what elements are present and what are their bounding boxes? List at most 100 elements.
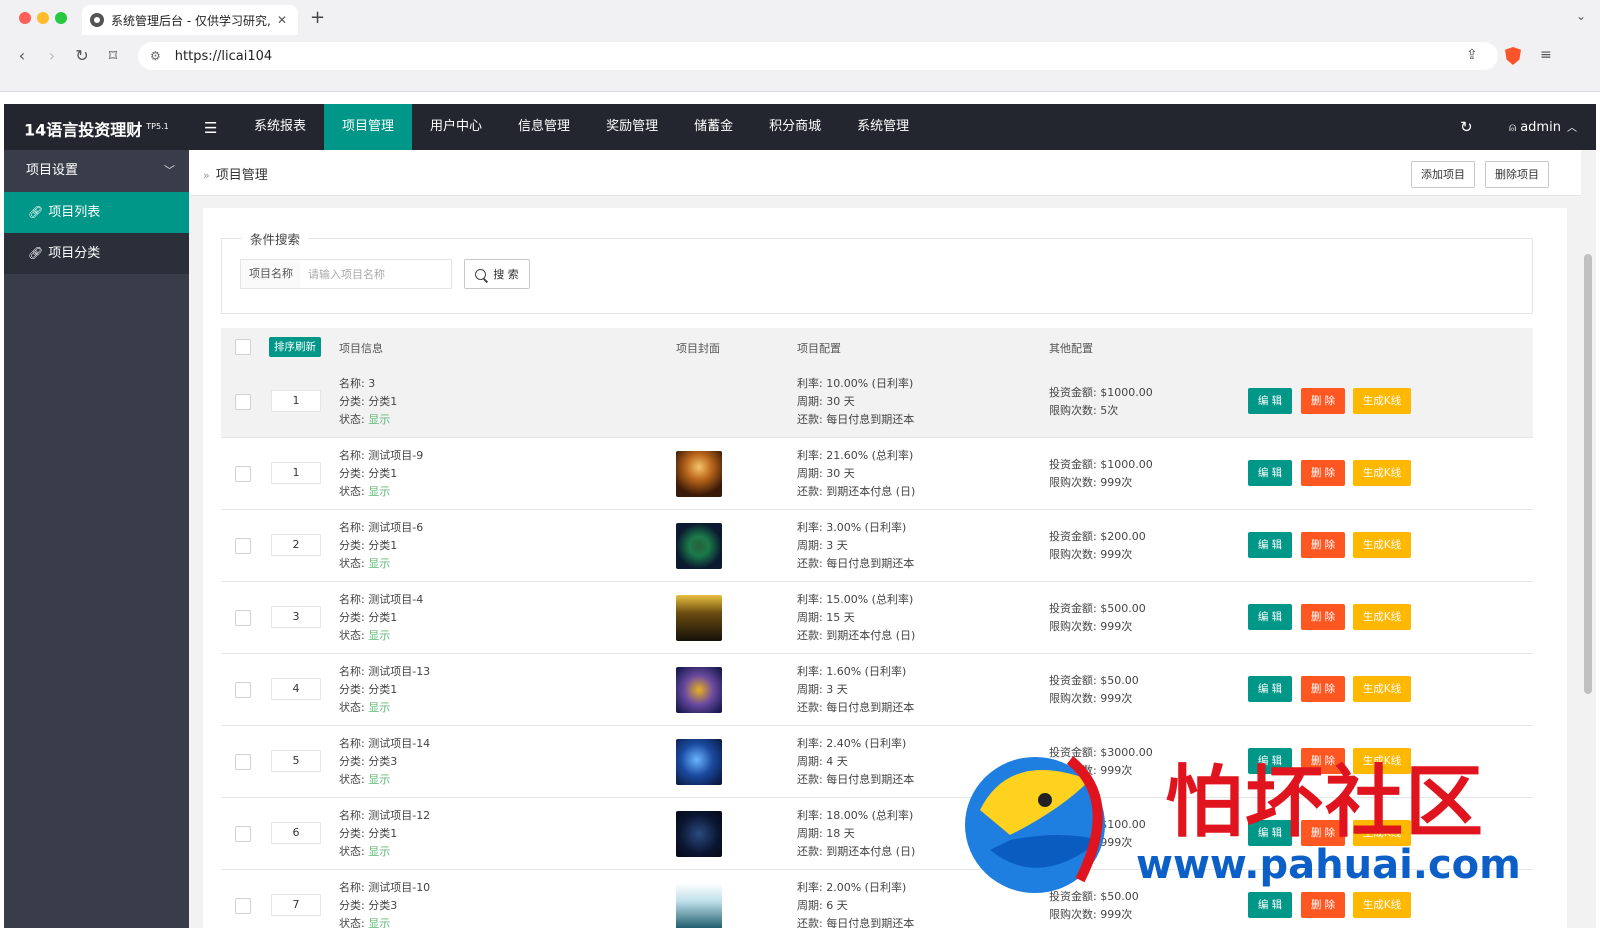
sort-order-input[interactable]: 2 <box>271 534 321 556</box>
sidebar-item-project-category[interactable]: 🔗︎ 项目分类 <box>4 233 189 274</box>
status-badge: 显示 <box>368 485 391 498</box>
tab-list-chevron-icon[interactable]: ⌄ <box>1576 9 1586 23</box>
row-checkbox[interactable] <box>235 682 251 698</box>
rate-value: 21.60% (总利率) <box>826 449 914 462</box>
nav-item[interactable]: 储蓄金 <box>676 104 751 150</box>
sort-order-input[interactable]: 3 <box>271 606 321 628</box>
delete-button[interactable]: 删 除 <box>1301 388 1345 414</box>
edit-button[interactable]: 编 辑 <box>1248 532 1292 558</box>
add-project-button[interactable]: 添加项目 <box>1411 161 1475 188</box>
sort-order-input[interactable]: 7 <box>271 894 321 916</box>
project-info: 名称: 测试项目-10 分类: 分类3 状态: 显示 <box>339 879 430 928</box>
name-label: 名称: <box>339 593 365 606</box>
delete-button[interactable]: 删 除 <box>1301 604 1345 630</box>
site-settings-icon[interactable]: ⚙ <box>150 49 161 63</box>
nav-item[interactable]: 用户中心 <box>412 104 500 150</box>
row-checkbox[interactable] <box>235 898 251 914</box>
edit-button[interactable]: 编 辑 <box>1248 388 1292 414</box>
category-label: 分类: <box>339 827 365 840</box>
select-all-checkbox[interactable] <box>235 339 251 355</box>
status-label: 状态: <box>339 773 365 786</box>
row-checkbox[interactable] <box>235 466 251 482</box>
status-badge: 显示 <box>368 773 391 786</box>
double-chevron-icon: » <box>203 169 210 182</box>
delete-project-button[interactable]: 删除项目 <box>1485 161 1549 188</box>
table-row: 1 名称: 测试项目-9 分类: 分类1 状态: 显示 利率: 21.60% (总利率)… <box>221 438 1533 510</box>
sort-order-input[interactable]: 1 <box>271 390 321 412</box>
nav-item[interactable]: 信息管理 <box>500 104 588 150</box>
nav-item[interactable]: 积分商城 <box>751 104 839 150</box>
sort-order-input[interactable]: 1 <box>271 462 321 484</box>
sort-order-input[interactable]: 5 <box>271 750 321 772</box>
search-button[interactable]: 搜 索 <box>464 259 530 289</box>
refresh-icon[interactable]: ↻ <box>1460 118 1473 136</box>
row-checkbox[interactable] <box>235 538 251 554</box>
rate-value: 3.00% (日利率) <box>826 521 907 534</box>
row-checkbox[interactable] <box>235 394 251 410</box>
search-input[interactable] <box>300 259 452 289</box>
menu-toggle-icon[interactable]: ☰ <box>204 119 217 137</box>
generate-kline-button[interactable]: 生成K线 <box>1353 676 1411 702</box>
status-label: 状态: <box>339 845 365 858</box>
close-window-button[interactable] <box>19 12 31 24</box>
status-label: 状态: <box>339 629 365 642</box>
user-menu[interactable]: ⍝ admin ︿ <box>1509 104 1577 150</box>
browser-tab[interactable]: 系统管理后台 - 仅供学习研究, ✕ <box>82 5 298 35</box>
period-label: 周期: <box>797 827 823 840</box>
user-icon: ⍝ <box>1509 120 1517 134</box>
status-badge: 显示 <box>368 917 391 928</box>
repay-value: 到期还本付息 (日) <box>826 629 916 642</box>
browser-menu-icon[interactable]: ≡ <box>1540 47 1552 63</box>
period-value: 18 天 <box>826 827 855 840</box>
name-label: 名称: <box>339 377 365 390</box>
minimize-window-button[interactable] <box>37 12 49 24</box>
limit-label: 限购次数: <box>1049 692 1097 705</box>
sort-order-input[interactable]: 6 <box>271 822 321 844</box>
nav-item[interactable]: 项目管理 <box>324 104 413 150</box>
forward-icon[interactable]: › <box>42 46 62 65</box>
chevron-up-icon: ︿ <box>1566 123 1577 134</box>
bookmark-icon[interactable]: ⌑ <box>103 46 123 65</box>
sidebar-group-project-settings[interactable]: 项目设置 ﹀ <box>4 150 189 192</box>
nav-item[interactable]: 系统管理 <box>839 104 927 150</box>
sort-refresh-button[interactable]: 排序刷新 <box>269 337 321 357</box>
search-label: 项目名称 <box>240 259 302 289</box>
name-label: 名称: <box>339 737 365 750</box>
new-tab-icon[interactable]: + <box>310 7 325 28</box>
sort-order-input[interactable]: 4 <box>271 678 321 700</box>
period-label: 周期: <box>797 539 823 552</box>
reload-icon[interactable]: ↻ <box>72 46 92 65</box>
generate-kline-button[interactable]: 生成K线 <box>1353 532 1411 558</box>
amount-label: 投资金额: <box>1049 386 1097 399</box>
close-tab-icon[interactable]: ✕ <box>274 13 290 27</box>
maximize-window-button[interactable] <box>55 12 67 24</box>
share-icon[interactable]: ⇪ <box>1466 47 1478 63</box>
nav-item[interactable]: 奖励管理 <box>588 104 676 150</box>
project-config: 利率: 10.00% (日利率) 周期: 30 天还款: 每日付息到期还本 <box>797 375 914 429</box>
generate-kline-button[interactable]: 生成K线 <box>1353 604 1411 630</box>
delete-button[interactable]: 删 除 <box>1301 532 1345 558</box>
row-checkbox[interactable] <box>235 610 251 626</box>
edit-button[interactable]: 编 辑 <box>1248 676 1292 702</box>
amount-value: $1000.00 <box>1100 386 1153 399</box>
delete-button[interactable]: 删 除 <box>1301 676 1345 702</box>
page-scrollbar[interactable] <box>1584 254 1592 694</box>
row-checkbox[interactable] <box>235 754 251 770</box>
other-config: 投资金额: $500.00 限购次数: 999次 <box>1049 600 1146 636</box>
brave-shield-icon[interactable] <box>1505 47 1521 65</box>
delete-button[interactable]: 删 除 <box>1301 460 1345 486</box>
rate-label: 利率: <box>797 737 823 750</box>
back-icon[interactable]: ‹ <box>12 46 32 65</box>
project-config: 利率: 18.00% (总利率) 周期: 18 天还款: 到期还本付息 (日) <box>797 807 915 861</box>
generate-kline-button[interactable]: 生成K线 <box>1353 460 1411 486</box>
breadcrumb-bar: » 项目管理 添加项目 删除项目 <box>189 150 1581 196</box>
edit-button[interactable]: 编 辑 <box>1248 460 1292 486</box>
sidebar-item-project-list[interactable]: 🔗︎ 项目列表 <box>4 192 189 233</box>
edit-button[interactable]: 编 辑 <box>1248 604 1292 630</box>
row-checkbox[interactable] <box>235 826 251 842</box>
nav-item[interactable]: 系统报表 <box>236 104 324 150</box>
category-label: 分类: <box>339 539 365 552</box>
project-config: 利率: 15.00% (总利率) 周期: 15 天还款: 到期还本付息 (日) <box>797 591 915 645</box>
generate-kline-button[interactable]: 生成K线 <box>1353 388 1411 414</box>
url-field[interactable]: ⚙ https://licai104 <box>138 42 1498 70</box>
